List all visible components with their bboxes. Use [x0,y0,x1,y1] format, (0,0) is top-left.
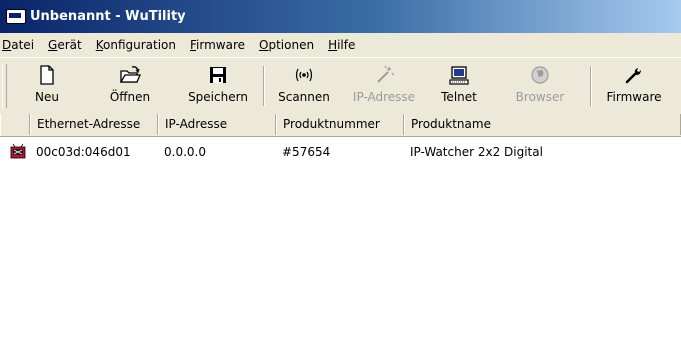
open-folder-icon [119,66,141,83]
column-header-icon[interactable] [0,114,30,135]
firmware-button-label: Firmware [606,90,662,104]
cell-product-number: #57654 [282,145,331,159]
menu-hilfe-label: ilfe [337,38,356,52]
new-document-icon [40,65,54,85]
computer-monitor-icon [449,66,469,85]
menu-datei[interactable]: Datei [0,38,41,52]
firmware-button[interactable]: Firmware [597,62,671,110]
toolbar-separator [263,66,265,106]
browser-button-label: Browser [515,90,565,104]
menu-konfiguration[interactable]: Konfiguration [89,38,183,52]
globe-icon [531,66,549,84]
device-list[interactable]: Ethernet-Adresse IP-Adresse Produktnumme… [0,114,681,362]
app-icon [6,9,26,24]
list-header: Ethernet-Adresse IP-Adresse Produktnumme… [0,114,681,137]
magic-wand-icon [377,65,395,83]
device-icon [10,144,26,159]
column-header-ethernet[interactable]: Ethernet-Adresse [30,114,158,135]
menu-hilfe-mnemonic: H [328,38,338,52]
open-button[interactable]: Öffnen [94,62,166,110]
menu-bar: Datei Gerät Konfiguration Firmware Optio… [0,33,681,57]
menu-optionen[interactable]: Optionen [252,38,321,52]
new-button-label: Neu [35,90,59,104]
toolbar-separator [590,66,592,106]
scan-button[interactable]: Scannen [272,62,336,110]
table-row[interactable]: 00c03d:046d01 0.0.0.0 #57654 IP-Watcher … [0,142,681,162]
menu-datei-label: atei [11,38,35,52]
scan-button-label: Scannen [278,90,330,104]
telnet-button[interactable]: Telnet [432,62,486,110]
ip-address-button-label: IP-Adresse [352,90,416,104]
menu-firmware-label: irmware [196,38,246,52]
floppy-disk-icon [210,67,226,83]
menu-geraet-label: erät [57,38,82,52]
menu-datei-mnemonic: D [2,38,12,52]
menu-konfiguration-label: onfiguration [103,38,177,52]
menu-konfiguration-mnemonic: K [95,38,103,52]
ip-address-button[interactable]: IP-Adresse [343,62,425,110]
menu-hilfe[interactable]: Hilfe [321,38,362,52]
column-header-product-name[interactable]: Produktname [404,114,681,135]
open-button-label: Öffnen [109,90,151,104]
menu-geraet[interactable]: Gerät [41,38,89,52]
menu-geraet-mnemonic: G [48,38,58,52]
column-header-ip[interactable]: IP-Adresse [158,114,276,135]
title-bar[interactable]: Unbenannt - WuTility [0,0,681,33]
save-button-label: Speichern [188,90,248,104]
toolbar: Neu Öffnen Speichern Scannen IP-Adresse … [0,57,681,115]
window-title: Unbenannt - WuTility [30,9,186,24]
cell-ip-address: 0.0.0.0 [164,145,206,159]
column-header-product-number[interactable]: Produktnummer [276,114,404,135]
telnet-button-label: Telnet [441,90,477,104]
new-button[interactable]: Neu [24,62,70,110]
scan-signal-icon [295,68,313,82]
toolbar-grip[interactable] [2,64,7,108]
wrench-icon [625,68,641,84]
menu-firmware[interactable]: Firmware [183,38,252,52]
cell-product-name: IP-Watcher 2x2 Digital [410,145,543,159]
save-button[interactable]: Speichern [178,62,258,110]
cell-ethernet-address: 00c03d:046d01 [36,145,131,159]
menu-optionen-label: ptionen [268,38,315,52]
browser-button[interactable]: Browser [507,62,573,110]
